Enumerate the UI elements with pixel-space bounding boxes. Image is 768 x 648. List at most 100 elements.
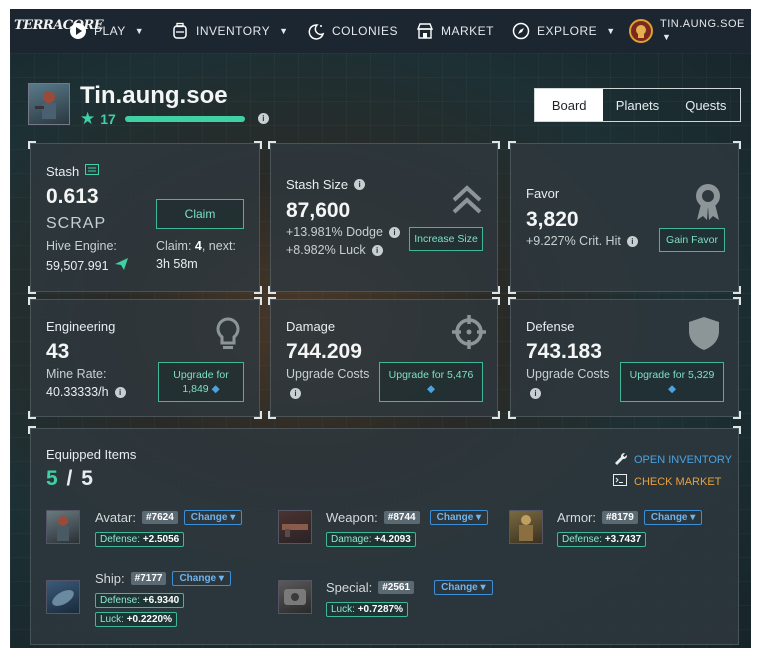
- change-avatar-button[interactable]: Change ▾: [183, 510, 243, 525]
- stash-unit: SCRAP: [46, 215, 107, 232]
- engineering-card: Engineering 43 Mine Rate: 40.33333/h i U…: [28, 297, 262, 419]
- nav-play[interactable]: PLAY ▼: [69, 9, 144, 53]
- equipped-total: 5: [81, 467, 93, 490]
- upgrade-damage-button[interactable]: Upgrade for 5,476 ◆: [379, 362, 483, 402]
- change-ship-button[interactable]: Change ▾: [172, 571, 231, 586]
- mine-rate-label: Mine Rate:: [46, 367, 107, 381]
- stash-value: 0.613: [46, 185, 99, 208]
- damage-upgrade-costs-label: Upgrade Costs: [286, 367, 370, 381]
- change-weapon-button[interactable]: Change ▾: [429, 510, 489, 525]
- upgrade-cost: 5,329: [688, 369, 715, 381]
- crystal-icon: ◆: [211, 383, 220, 395]
- engineering-label: Engineering: [46, 319, 116, 334]
- equipped-current: 5: [46, 467, 58, 490]
- check-market-link[interactable]: CHECK MARKET: [613, 474, 721, 489]
- defense-card: Defense 743.183 Upgrade Costs i Upgrade …: [508, 297, 741, 419]
- crosshair-icon: [451, 314, 487, 355]
- ship-item-thumb[interactable]: [46, 580, 80, 614]
- defense-upgrade-costs-label: Upgrade Costs: [526, 367, 610, 381]
- item-slot-name: Weapon:: [326, 510, 378, 525]
- stash-size-value: 87,600: [286, 199, 351, 222]
- wrench-icon: [613, 451, 628, 468]
- stash-size-label: Stash Size: [286, 177, 349, 192]
- nav-inventory[interactable]: INVENTORY ▼: [171, 9, 289, 53]
- armor-item-thumb[interactable]: [509, 510, 543, 544]
- tab-quests[interactable]: Quests: [672, 89, 740, 121]
- item-slot-name: Armor:: [557, 510, 596, 525]
- info-icon[interactable]: i: [290, 388, 301, 399]
- info-icon[interactable]: i: [626, 235, 638, 247]
- info-icon[interactable]: i: [388, 226, 400, 238]
- info-icon[interactable]: i: [530, 388, 541, 399]
- item-stat-badge: Defense: +2.5056: [95, 532, 185, 547]
- luck-bonus: +8.982% Luck: [286, 243, 366, 257]
- item-stat-badge: Luck: +0.7287%: [326, 602, 409, 617]
- chevrons-up-icon: [451, 184, 483, 221]
- gain-favor-button[interactable]: Gain Favor: [659, 228, 725, 252]
- avatar: [629, 19, 653, 43]
- avatar-item-thumb[interactable]: [46, 510, 80, 544]
- favor-value: 3,820: [526, 208, 579, 231]
- hive-engine-label: Hive Engine:: [46, 239, 117, 253]
- equipped-items-card: Equipped Items 5 / 5 OPEN INVENTORY CHEC…: [28, 426, 741, 645]
- tab-board[interactable]: Board: [535, 89, 604, 121]
- chevron-down-icon: ▼: [134, 26, 145, 36]
- item-stat-badge: Luck: +0.2220%: [95, 612, 178, 627]
- engineering-value: 43: [46, 340, 70, 363]
- upgrade-defense-button[interactable]: Upgrade for 5,329 ◆: [620, 362, 724, 402]
- lightbulb-icon: [214, 316, 242, 359]
- chevron-down-icon: ▼: [662, 32, 672, 42]
- tab-planets[interactable]: Planets: [603, 89, 671, 121]
- info-icon[interactable]: i: [371, 244, 383, 256]
- play-icon: [69, 22, 87, 40]
- item-stat-badge: Damage: +4.2093: [326, 532, 416, 547]
- level-badge: ★ 17 i: [80, 110, 269, 127]
- shop-icon: [416, 22, 434, 40]
- level-value: 17: [100, 110, 116, 127]
- damage-value: 744.209: [286, 340, 362, 363]
- compass-icon: [512, 22, 530, 40]
- nav-market[interactable]: MARKET: [416, 9, 494, 53]
- crit-bonus: +9.227% Crit. Hit: [526, 234, 621, 248]
- upgrade-cost: 5,476: [447, 369, 474, 381]
- top-nav: TERRACORE PLAY ▼ INVENTORY ▼ COLONIES MA…: [10, 9, 751, 53]
- mine-rate-value: 40.33333/h: [46, 385, 109, 399]
- defense-value: 743.183: [526, 340, 602, 363]
- change-armor-button[interactable]: Change ▾: [643, 510, 703, 525]
- profile-name: Tin.aung.soe: [80, 82, 228, 109]
- nav-explore[interactable]: EXPLORE ▼: [512, 9, 616, 53]
- increase-size-button[interactable]: Increase Size: [409, 227, 483, 251]
- item-stat-badge: Defense: +6.9340: [95, 593, 185, 608]
- open-inventory-link[interactable]: OPEN INVENTORY: [613, 451, 732, 468]
- upgrade-engineering-button[interactable]: Upgrade for 1,849 ◆: [158, 362, 244, 402]
- item-id-badge: #8744: [383, 511, 420, 524]
- user-menu[interactable]: TIN.AUNG.SOE ▼: [629, 9, 745, 53]
- item-id-badge: #8179: [602, 511, 638, 524]
- item-slot-name: Special:: [326, 580, 373, 595]
- special-item-thumb[interactable]: [278, 580, 312, 614]
- xp-progress-bar: [124, 115, 245, 122]
- nav-explore-label: EXPLORE: [537, 24, 598, 38]
- stash-label: Stash: [46, 163, 80, 179]
- item-slot-name: Avatar:: [95, 510, 136, 525]
- open-inventory-label: OPEN INVENTORY: [634, 453, 733, 466]
- equipped-items-label: Equipped Items: [46, 447, 137, 462]
- info-icon[interactable]: i: [354, 179, 366, 190]
- claim-button[interactable]: Claim: [156, 199, 244, 229]
- item-id-badge: #7624: [141, 511, 178, 524]
- info-icon[interactable]: i: [114, 386, 126, 398]
- info-icon[interactable]: i: [257, 113, 269, 124]
- stash-card: Stash 0.613 SCRAP Hive Engine: 59,507.99…: [28, 141, 262, 294]
- weapon-item-thumb[interactable]: [278, 510, 312, 544]
- user-name: TIN.AUNG.SOE: [660, 18, 745, 30]
- nav-colonies[interactable]: COLONIES: [307, 9, 398, 53]
- favor-card: Favor 3,820 +9.227% Crit. Hit i Gain Fav…: [508, 141, 741, 294]
- profile-avatar: [28, 83, 70, 125]
- item-stat-badge: Defense: +3.7437: [557, 532, 647, 547]
- send-icon[interactable]: [114, 257, 128, 275]
- upgrade-label: Upgrade for: [629, 369, 686, 381]
- claim-next: , next:: [201, 239, 236, 253]
- change-special-button[interactable]: Change ▾: [434, 580, 493, 595]
- upgrade-label: Upgrade for: [388, 369, 445, 381]
- dodge-bonus: +13.981% Dodge: [286, 225, 383, 239]
